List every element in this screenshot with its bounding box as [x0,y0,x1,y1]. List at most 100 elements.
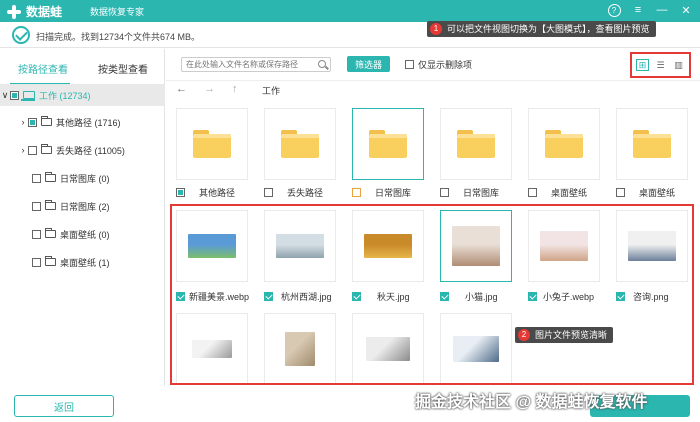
callout-text: 图片文件预览清晰 [535,330,608,340]
tab-by-path[interactable]: 按路径查看 [18,61,68,76]
navigation-bar: ← → ↑ 工作 [166,80,700,98]
check-circle-icon [12,26,30,44]
image-checkbox[interactable] [528,291,537,301]
image-thumbnail [628,231,676,261]
scan-status-text: 扫描完成。找到12734个文件共674 MB。 [36,32,201,42]
folder-icon [369,130,407,158]
image-card[interactable] [616,210,688,282]
tree-checkbox[interactable] [28,145,37,155]
search-input[interactable] [182,58,312,71]
tree-item-label: 桌面壁纸 (1) [60,257,110,268]
image-card[interactable] [352,313,424,385]
folder-card[interactable] [264,108,336,180]
image-card[interactable] [264,313,336,385]
image-checkbox[interactable] [264,291,273,301]
image-thumbnail [364,234,412,258]
tree-item-wallpaper-2[interactable]: 桌面壁纸 (1) [0,251,165,273]
search-box[interactable] [181,57,331,72]
folder-icon [41,144,52,154]
image-checkbox[interactable] [176,291,185,301]
tree-item-daily-gallery[interactable]: 日常图库 (0) [0,167,165,189]
view-tabs: 按路径查看 按类型查看 [0,57,165,85]
tree-item-label: 其他路径 (1716) [56,117,121,128]
list-view-icon[interactable]: ☰ [654,59,667,71]
chevron-down-icon[interactable]: ∨ [0,90,10,101]
image-thumbnail [366,337,410,361]
image-caption: 杭州西湖.jpg [264,289,332,303]
tree-item-label: 桌面壁纸 (0) [60,229,110,240]
tree-checkbox[interactable] [32,173,41,183]
image-name: 秋天.jpg [377,291,410,302]
folder-icon [545,130,583,158]
chevron-right-icon[interactable]: › [18,145,28,155]
tree-checkbox[interactable] [32,257,41,267]
folder-icon [45,228,56,238]
filter-button[interactable]: 筛选器 [347,56,390,72]
image-checkbox[interactable] [616,291,625,301]
folder-checkbox[interactable] [440,187,449,197]
minimize-button[interactable]: — [654,2,670,18]
image-caption: 新疆美景.webp [176,289,249,303]
tree-item-wallpaper[interactable]: 桌面壁纸 (0) [0,223,165,245]
folder-checkbox[interactable] [528,187,537,197]
folder-checkbox[interactable] [352,187,361,197]
folder-icon [41,116,52,126]
image-card[interactable] [264,210,336,282]
folder-name: 桌面壁纸 [551,187,588,198]
image-thumbnail [276,234,324,258]
tree-item-label: 日常图库 (0) [60,173,110,184]
up-arrow-icon[interactable]: ↑ [232,83,238,95]
folder-checkbox[interactable] [264,187,273,197]
tree-item-other-paths[interactable]: › 其他路径 (1716) [0,111,165,133]
image-card[interactable] [352,210,424,282]
image-thumbnail [453,336,499,362]
grid-view-icon[interactable]: ⊞ [636,59,649,71]
tree-checkbox[interactable] [28,117,37,127]
folder-checkbox[interactable] [176,187,185,197]
logo-cross-icon [6,4,22,20]
folder-icon [45,200,56,210]
only-deleted-checkbox[interactable] [405,60,414,69]
image-card[interactable] [176,313,248,385]
detail-view-icon[interactable]: ▥ [672,59,685,71]
folder-caption: 桌面壁纸 [616,185,675,199]
folder-checkbox[interactable] [616,187,625,197]
image-card[interactable] [528,210,600,282]
folder-card[interactable] [176,108,248,180]
folder-name: 丢失路径 [287,187,324,198]
image-thumbnail [192,340,232,358]
tree-checkbox[interactable] [32,229,41,239]
back-button[interactable]: 返回 [14,395,114,417]
back-arrow-icon[interactable]: ← [176,83,187,95]
folder-card[interactable] [616,108,688,180]
help-icon: ? [607,3,621,17]
chevron-right-icon[interactable]: › [18,117,28,127]
image-card[interactable] [440,313,512,385]
search-icon[interactable] [318,60,326,68]
folder-card[interactable] [352,108,424,180]
menu-icon: ≡ [634,4,642,16]
help-button[interactable]: ? [606,2,622,18]
folder-card[interactable] [528,108,600,180]
tree-item-root[interactable]: ∨ 工作 (12734) [0,84,165,106]
image-card[interactable] [176,210,248,282]
callout-text: 可以把文件视图切换为【大图模式】，查看图片预览 [447,24,650,34]
sidebar: 按路径查看 按类型查看 ∨ 工作 (12734) › 其他路径 (1716) ›… [0,49,165,386]
menu-button[interactable]: ≡ [630,2,646,18]
folder-card[interactable] [440,108,512,180]
image-checkbox[interactable] [440,291,449,301]
only-deleted-label: 仅显示删除项 [418,60,473,70]
image-card[interactable] [440,210,512,282]
image-caption: 秋天.jpg [352,289,410,303]
tab-by-type[interactable]: 按类型查看 [98,61,148,76]
image-checkbox[interactable] [352,291,361,301]
tree-item-daily-gallery-2[interactable]: 日常图库 (2) [0,195,165,217]
folder-icon [45,256,56,266]
only-deleted-toggle[interactable]: 仅显示删除项 [405,58,472,71]
close-button[interactable]: ✕ [678,2,694,18]
tree-item-lost-paths[interactable]: › 丢失路径 (11005) [0,139,165,161]
tree-checkbox[interactable] [10,90,19,100]
forward-arrow-icon[interactable]: → [204,83,215,95]
tree-item-label: 丢失路径 (11005) [56,145,125,156]
tree-checkbox[interactable] [32,201,41,211]
